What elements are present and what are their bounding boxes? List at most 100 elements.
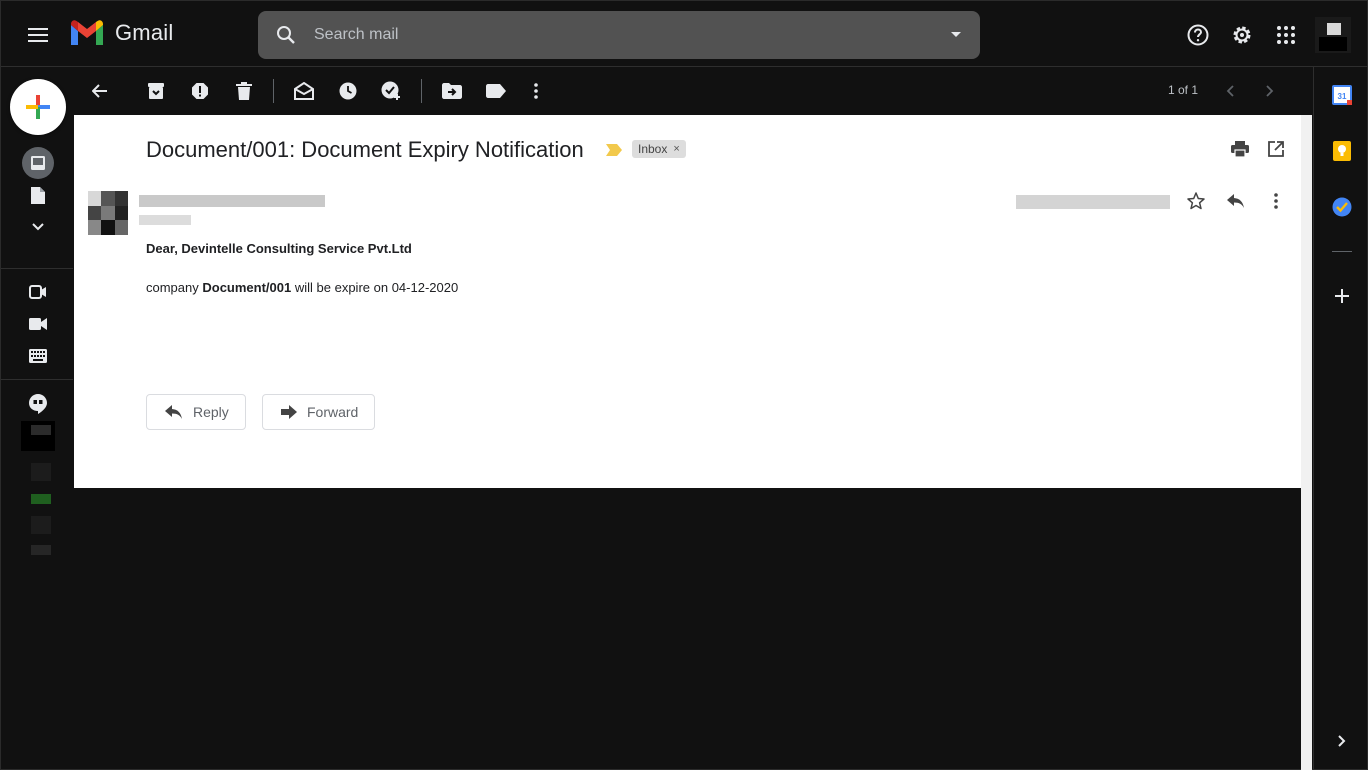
sender-avatar[interactable] bbox=[88, 191, 128, 235]
chevron-left-icon bbox=[1226, 85, 1234, 97]
rail-keyboard[interactable] bbox=[22, 340, 54, 372]
reply-icon bbox=[1227, 194, 1244, 208]
reply-icon bbox=[165, 405, 182, 419]
important-marker-icon[interactable] bbox=[606, 144, 622, 156]
forward-icon bbox=[281, 405, 297, 419]
sender-email-blurred bbox=[139, 215, 191, 225]
arrow-left-icon bbox=[92, 84, 107, 98]
tasks-check-icon bbox=[1332, 197, 1352, 217]
settings-button[interactable] bbox=[1222, 15, 1262, 55]
sender-name-blurred bbox=[139, 195, 325, 207]
keep-app-button[interactable] bbox=[1330, 139, 1354, 163]
delete-button[interactable] bbox=[232, 79, 256, 103]
toolbar-separator bbox=[273, 79, 274, 103]
archive-button[interactable] bbox=[144, 79, 168, 103]
search-icon[interactable] bbox=[274, 23, 298, 47]
inbox-icon bbox=[31, 156, 45, 170]
older-button[interactable] bbox=[1258, 79, 1282, 103]
contact-avatar-blurred[interactable] bbox=[31, 516, 51, 534]
video-icon bbox=[29, 318, 47, 330]
forward-label: Forward bbox=[307, 404, 359, 420]
report-spam-button[interactable] bbox=[188, 79, 212, 103]
main-menu-button[interactable] bbox=[18, 15, 58, 55]
forward-button[interactable]: Forward bbox=[262, 394, 376, 430]
top-bar: Gmail bbox=[1, 1, 1368, 67]
rail-hangouts[interactable] bbox=[22, 388, 54, 420]
contact-avatar-blurred[interactable] bbox=[31, 545, 51, 555]
contact-avatar-blurred[interactable] bbox=[31, 463, 51, 481]
label-text: Inbox bbox=[638, 142, 668, 156]
trash-icon bbox=[236, 82, 252, 100]
remove-label-button[interactable]: × bbox=[673, 143, 679, 155]
plus-icon bbox=[1335, 289, 1349, 303]
pagination-text: 1 of 1 bbox=[1168, 83, 1199, 97]
email-view: Document/001: Document Expiry Notificati… bbox=[74, 115, 1301, 488]
more-vertical-icon bbox=[1274, 193, 1278, 209]
task-add-icon bbox=[381, 81, 400, 100]
account-avatar[interactable] bbox=[1315, 17, 1351, 53]
rail-drafts[interactable] bbox=[22, 179, 54, 211]
search-input[interactable] bbox=[314, 23, 914, 47]
get-addons-button[interactable] bbox=[1330, 284, 1354, 308]
back-button[interactable] bbox=[88, 79, 112, 103]
star-button[interactable] bbox=[1184, 189, 1208, 213]
rail-divider-2 bbox=[1, 379, 73, 380]
help-icon bbox=[1187, 24, 1209, 46]
app-name: Gmail bbox=[115, 20, 174, 45]
email-toolbar: 1 of 1 bbox=[74, 67, 1312, 115]
rail-inbox[interactable] bbox=[22, 147, 54, 179]
print-all-button[interactable] bbox=[1228, 137, 1252, 161]
plus-icon bbox=[26, 95, 50, 119]
mail-open-icon bbox=[294, 82, 314, 100]
body-document-id: Document/001 bbox=[202, 280, 292, 295]
tasks-app-button[interactable] bbox=[1330, 195, 1354, 219]
contact-avatar-pixel bbox=[31, 425, 51, 435]
keyboard-icon bbox=[29, 349, 47, 363]
scrollbar-track[interactable] bbox=[1301, 115, 1312, 770]
more-actions-button[interactable] bbox=[524, 79, 548, 103]
more-vertical-icon bbox=[534, 83, 538, 99]
message-more-button[interactable] bbox=[1264, 189, 1288, 213]
archive-icon bbox=[148, 83, 164, 99]
side-panel: 31 bbox=[1313, 67, 1368, 770]
chevron-down-icon bbox=[32, 223, 44, 231]
open-new-window-button[interactable] bbox=[1264, 137, 1288, 161]
video-outline-icon bbox=[29, 285, 46, 299]
email-subject: Document/001: Document Expiry Notificati… bbox=[146, 137, 584, 162]
compose-button[interactable] bbox=[10, 79, 66, 135]
support-button[interactable] bbox=[1178, 15, 1218, 55]
reply-icon-button[interactable] bbox=[1224, 189, 1248, 213]
newer-button[interactable] bbox=[1218, 79, 1242, 103]
gear-icon bbox=[1233, 26, 1251, 44]
rail-more[interactable] bbox=[22, 211, 54, 243]
rail-join-meeting[interactable] bbox=[22, 308, 54, 340]
clock-icon bbox=[339, 82, 357, 100]
label-icon bbox=[486, 84, 506, 98]
labels-button[interactable] bbox=[484, 79, 508, 103]
gmail-window: Gmail Search mail 1 of 1 Document/001: D… bbox=[0, 0, 1368, 770]
search-bar[interactable] bbox=[258, 11, 980, 59]
reply-button[interactable]: Reply bbox=[146, 394, 246, 430]
show-side-panel-button[interactable] bbox=[1330, 729, 1354, 753]
chevron-right-icon bbox=[1266, 85, 1274, 97]
side-panel-divider bbox=[1332, 251, 1352, 252]
calendar-icon: 31 bbox=[1332, 85, 1352, 105]
calendar-app-button[interactable]: 31 bbox=[1330, 83, 1354, 107]
body-prefix: company bbox=[146, 280, 203, 295]
body-suffix: will be expire on 04-12-2020 bbox=[291, 280, 459, 295]
add-to-tasks-button[interactable] bbox=[380, 79, 404, 103]
mark-unread-button[interactable] bbox=[292, 79, 316, 103]
rail-new-meeting[interactable] bbox=[22, 276, 54, 308]
hangouts-icon bbox=[29, 394, 47, 414]
inbox-label-chip: Inbox × bbox=[632, 140, 686, 158]
gmail-logo[interactable]: Gmail bbox=[69, 19, 173, 47]
google-apps-button[interactable] bbox=[1266, 15, 1306, 55]
open-in-new-icon bbox=[1268, 141, 1284, 157]
date-blurred bbox=[1016, 195, 1170, 209]
search-options-icon[interactable] bbox=[950, 29, 962, 41]
snooze-button[interactable] bbox=[336, 79, 360, 103]
folder-move-icon bbox=[442, 83, 462, 99]
email-body: company Document/001 will be expire on 0… bbox=[146, 280, 458, 295]
keep-bulb-icon bbox=[1333, 141, 1351, 161]
move-to-button[interactable] bbox=[440, 79, 464, 103]
